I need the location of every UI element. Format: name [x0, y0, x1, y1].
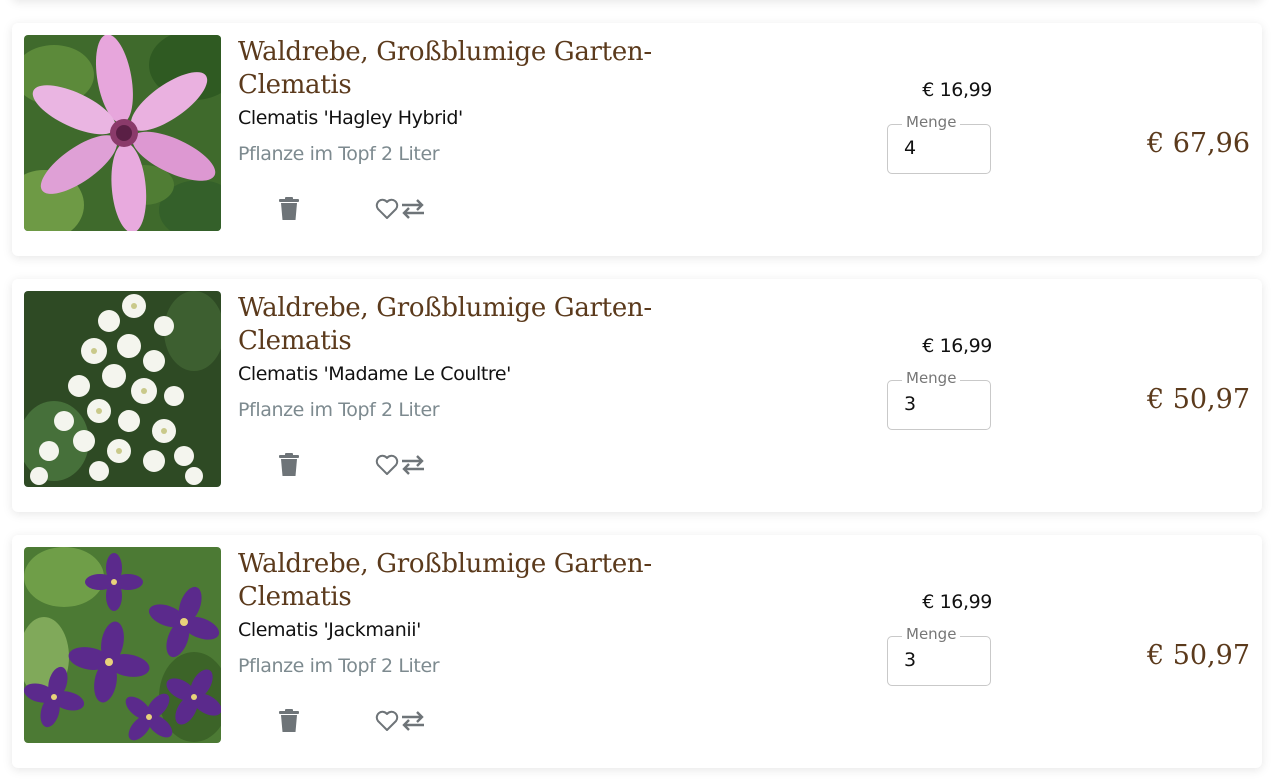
line-total: € 50,97 — [1146, 640, 1250, 671]
quantity-input[interactable] — [904, 393, 984, 415]
quantity-field: Menge — [887, 113, 991, 174]
unit-price: € 16,99 — [922, 591, 992, 613]
product-pot-size: Pflanze im Topf 2 Liter — [238, 143, 440, 165]
product-pot-size: Pflanze im Topf 2 Liter — [238, 655, 440, 677]
product-pot-size: Pflanze im Topf 2 Liter — [238, 399, 440, 421]
quantity-input[interactable] — [904, 649, 984, 671]
quantity-field: Menge — [887, 369, 991, 430]
product-image-link[interactable] — [24, 35, 221, 231]
cart-item-card: Waldrebe, Großblumige Garten-Clematis Cl… — [12, 535, 1262, 768]
purple-clematis-photo — [24, 547, 221, 743]
quantity-input[interactable] — [904, 137, 984, 159]
trash-icon[interactable] — [278, 709, 300, 733]
product-variety: Clematis 'Madame Le Coultre' — [238, 363, 512, 385]
swap-icon[interactable] — [400, 711, 426, 731]
cart-item-card: Waldrebe, Großblumige Garten-Clematis Cl… — [12, 23, 1262, 256]
heart-icon[interactable] — [375, 454, 399, 476]
cart-item-card: Waldrebe, Großblumige Garten-Clematis Cl… — [12, 279, 1262, 512]
heart-icon[interactable] — [375, 710, 399, 732]
white-clematis-photo — [24, 291, 221, 487]
swap-icon[interactable] — [400, 455, 426, 475]
trash-icon[interactable] — [278, 197, 300, 221]
product-variety: Clematis 'Jackmanii' — [238, 619, 421, 641]
product-title[interactable]: Waldrebe, Großblumige Garten-Clematis — [238, 292, 708, 358]
line-total: € 50,97 — [1146, 384, 1250, 415]
unit-price: € 16,99 — [922, 79, 992, 101]
product-title[interactable]: Waldrebe, Großblumige Garten-Clematis — [238, 548, 708, 614]
quantity-field: Menge — [887, 625, 991, 686]
product-variety: Clematis 'Hagley Hybrid' — [238, 107, 463, 129]
trash-icon[interactable] — [278, 453, 300, 477]
heart-icon[interactable] — [375, 198, 399, 220]
product-image-link[interactable] — [24, 547, 221, 743]
swap-icon[interactable] — [400, 199, 426, 219]
pink-clematis-photo — [24, 35, 221, 231]
product-title[interactable]: Waldrebe, Großblumige Garten-Clematis — [238, 36, 708, 102]
product-image-link[interactable] — [24, 291, 221, 487]
quantity-label: Menge — [902, 369, 961, 387]
quantity-label: Menge — [902, 625, 961, 643]
quantity-label: Menge — [902, 113, 961, 131]
line-total: € 67,96 — [1146, 128, 1250, 159]
unit-price: € 16,99 — [922, 335, 992, 357]
